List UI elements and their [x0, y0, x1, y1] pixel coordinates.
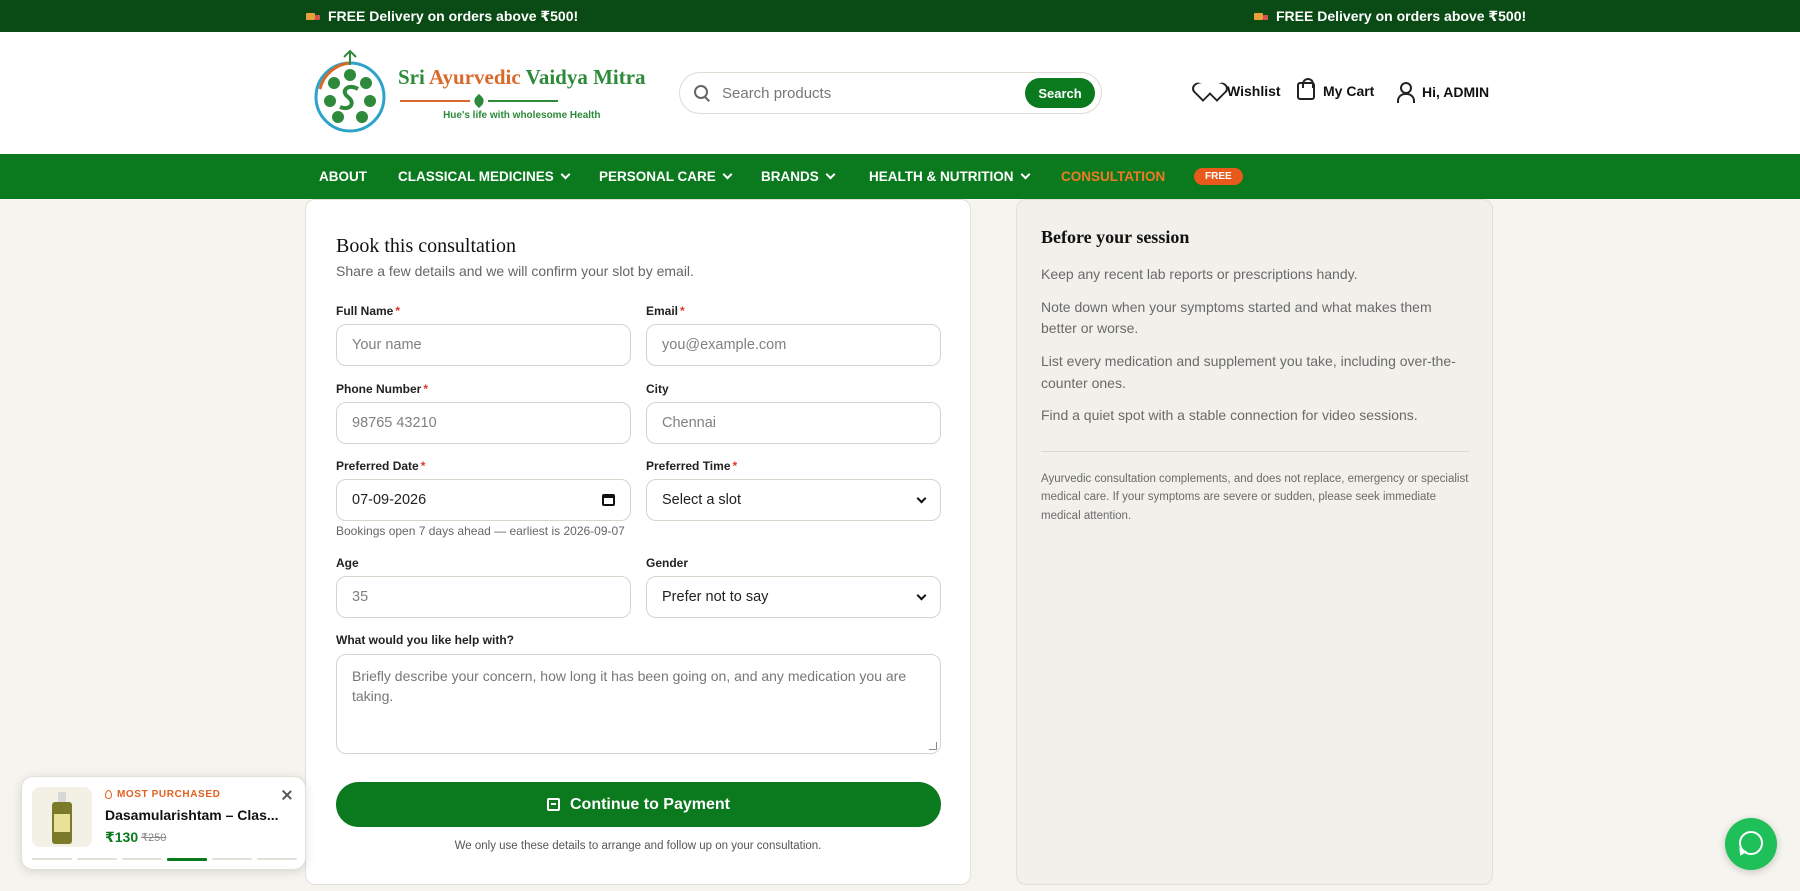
- privacy-note: We only use these details to arrange and…: [454, 840, 822, 852]
- age-label: Age: [336, 556, 359, 570]
- calendar-check-icon: [546, 798, 560, 811]
- date-hint: Bookings open 7 days ahead — earliest is…: [336, 524, 625, 538]
- nav-consultation[interactable]: CONSULTATION: [1061, 169, 1165, 184]
- date-label: Preferred Date *: [336, 459, 426, 473]
- product-thumbnail[interactable]: [32, 787, 92, 847]
- city-input[interactable]: Chennai: [646, 402, 941, 444]
- search-bar: Search: [679, 72, 1102, 114]
- delivery-truck-icon: [1254, 12, 1268, 22]
- flame-icon: [105, 790, 112, 799]
- nav-personal-care[interactable]: PERSONAL CARE: [599, 169, 733, 184]
- bottle-icon: [52, 792, 72, 844]
- search-icon: [694, 85, 710, 101]
- search-input[interactable]: [722, 84, 1025, 102]
- close-icon[interactable]: [281, 789, 293, 801]
- age-input[interactable]: 35: [336, 576, 631, 618]
- chevron-down-icon: [916, 493, 927, 503]
- site-logo[interactable]: Sri Ayurvedic Vaidya Mitra Hue's life wi…: [310, 48, 646, 138]
- slide-indicator[interactable]: [257, 858, 297, 860]
- side-title: Before your session: [1041, 227, 1190, 247]
- account-link[interactable]: Hi, ADMIN: [1396, 82, 1490, 103]
- session-tips-card: Before your session Keep any recent lab …: [1016, 199, 1493, 885]
- continue-to-payment-button[interactable]: Continue to Payment: [336, 782, 941, 827]
- whatsapp-chat-button[interactable]: [1725, 818, 1777, 870]
- popup-tag: MOST PURCHASED: [105, 789, 220, 800]
- divider: [1041, 451, 1469, 452]
- most-purchased-popup[interactable]: MOST PURCHASED Dasamularishtam – Clas...…: [21, 776, 306, 870]
- resize-handle-icon[interactable]: [929, 742, 937, 750]
- leaf-icon: [471, 93, 487, 109]
- delivery-truck-icon: [306, 12, 320, 22]
- tip-item: Find a quiet spot with a stable connecti…: [1041, 407, 1418, 424]
- shopping-bag-icon: [1297, 78, 1315, 100]
- phone-input[interactable]: 98765 43210: [336, 402, 631, 444]
- cart-label: My Cart: [1323, 83, 1375, 99]
- chevron-down-icon: [916, 590, 927, 600]
- nav-brands[interactable]: BRANDS: [761, 169, 836, 184]
- wishlist-link[interactable]: Wishlist: [1199, 82, 1281, 100]
- popup-price: ₹130: [105, 829, 139, 845]
- slide-indicator[interactable]: [32, 858, 72, 860]
- booking-form-card: Book this consultation Share a few detai…: [305, 199, 971, 885]
- logo-divider: [400, 93, 646, 109]
- form-subtitle: Share a few details and we will confirm …: [336, 263, 694, 279]
- free-badge: FREE: [1194, 168, 1243, 185]
- full-name-label: Full Name *: [336, 304, 401, 318]
- site-header: Sri Ayurvedic Vaidya Mitra Hue's life wi…: [0, 32, 1800, 154]
- medical-disclaimer: Ayurvedic consultation complements, and …: [1041, 473, 1469, 522]
- popup-product-name[interactable]: Dasamularishtam – Clas...: [105, 807, 279, 823]
- gender-label: Gender: [646, 556, 689, 570]
- phone-label: Phone Number *: [336, 382, 429, 396]
- chevron-down-icon: [1020, 169, 1030, 180]
- city-label: City: [646, 382, 669, 396]
- time-select[interactable]: Select a slot: [646, 479, 941, 521]
- logo-emblem-icon: [310, 49, 390, 137]
- calendar-icon[interactable]: [602, 494, 615, 506]
- chevron-down-icon: [825, 169, 836, 180]
- logo-tagline: Hue's life with wholesome Health: [443, 110, 601, 121]
- announcement-bar: FREE Delivery on orders above ₹500! FREE…: [0, 0, 1800, 32]
- tips-list: Keep any recent lab reports or prescript…: [1041, 264, 1471, 438]
- slide-indicator[interactable]: [122, 858, 162, 860]
- full-name-input[interactable]: Your name: [336, 324, 631, 366]
- time-label: Preferred Time *: [646, 459, 738, 473]
- logo-title: Sri Ayurvedic Vaidya Mitra: [398, 65, 646, 89]
- date-input[interactable]: 07-09-2026: [336, 479, 631, 521]
- heart-icon: [1199, 82, 1219, 100]
- announcement-left: FREE Delivery on orders above ₹500!: [306, 8, 578, 25]
- email-input[interactable]: you@example.com: [646, 324, 941, 366]
- cart-link[interactable]: My Cart: [1297, 78, 1375, 100]
- search-button[interactable]: Search: [1025, 78, 1095, 108]
- announcement-text-left: FREE Delivery on orders above ₹500!: [328, 8, 579, 24]
- help-label: What would you like help with?: [336, 633, 514, 647]
- chevron-down-icon: [722, 169, 733, 180]
- chevron-down-icon: [560, 169, 571, 180]
- gender-select[interactable]: Prefer not to say: [646, 576, 941, 618]
- slide-indicator[interactable]: [77, 858, 117, 860]
- form-title: Book this consultation: [336, 235, 516, 257]
- user-icon: [1396, 82, 1415, 103]
- slide-indicator[interactable]: [212, 858, 252, 860]
- slide-indicators: [32, 858, 297, 861]
- help-textarea[interactable]: Briefly describe your concern, how long …: [336, 654, 941, 754]
- tip-item: Note down when your symptoms started and…: [1041, 298, 1432, 337]
- nav-health-nutrition[interactable]: HEALTH & NUTRITION: [869, 169, 1030, 184]
- announcement-right: FREE Delivery on orders above ₹500!: [1254, 8, 1526, 25]
- tip-item: Keep any recent lab reports or prescript…: [1041, 266, 1358, 282]
- nav-classical-medicines[interactable]: CLASSICAL MEDICINES: [398, 169, 571, 184]
- main-nav: ABOUT CLASSICAL MEDICINES PERSONAL CARE …: [0, 154, 1800, 199]
- nav-about[interactable]: ABOUT: [319, 169, 367, 184]
- wishlist-label: Wishlist: [1227, 83, 1281, 99]
- tip-item: List every medication and supplement you…: [1041, 353, 1456, 391]
- popup-old-price: ₹250: [141, 832, 167, 844]
- account-label: Hi, ADMIN: [1422, 84, 1490, 100]
- announcement-text-right: FREE Delivery on orders above ₹500!: [1276, 8, 1527, 24]
- email-label: Email *: [646, 304, 685, 318]
- slide-indicator[interactable]: [167, 858, 207, 861]
